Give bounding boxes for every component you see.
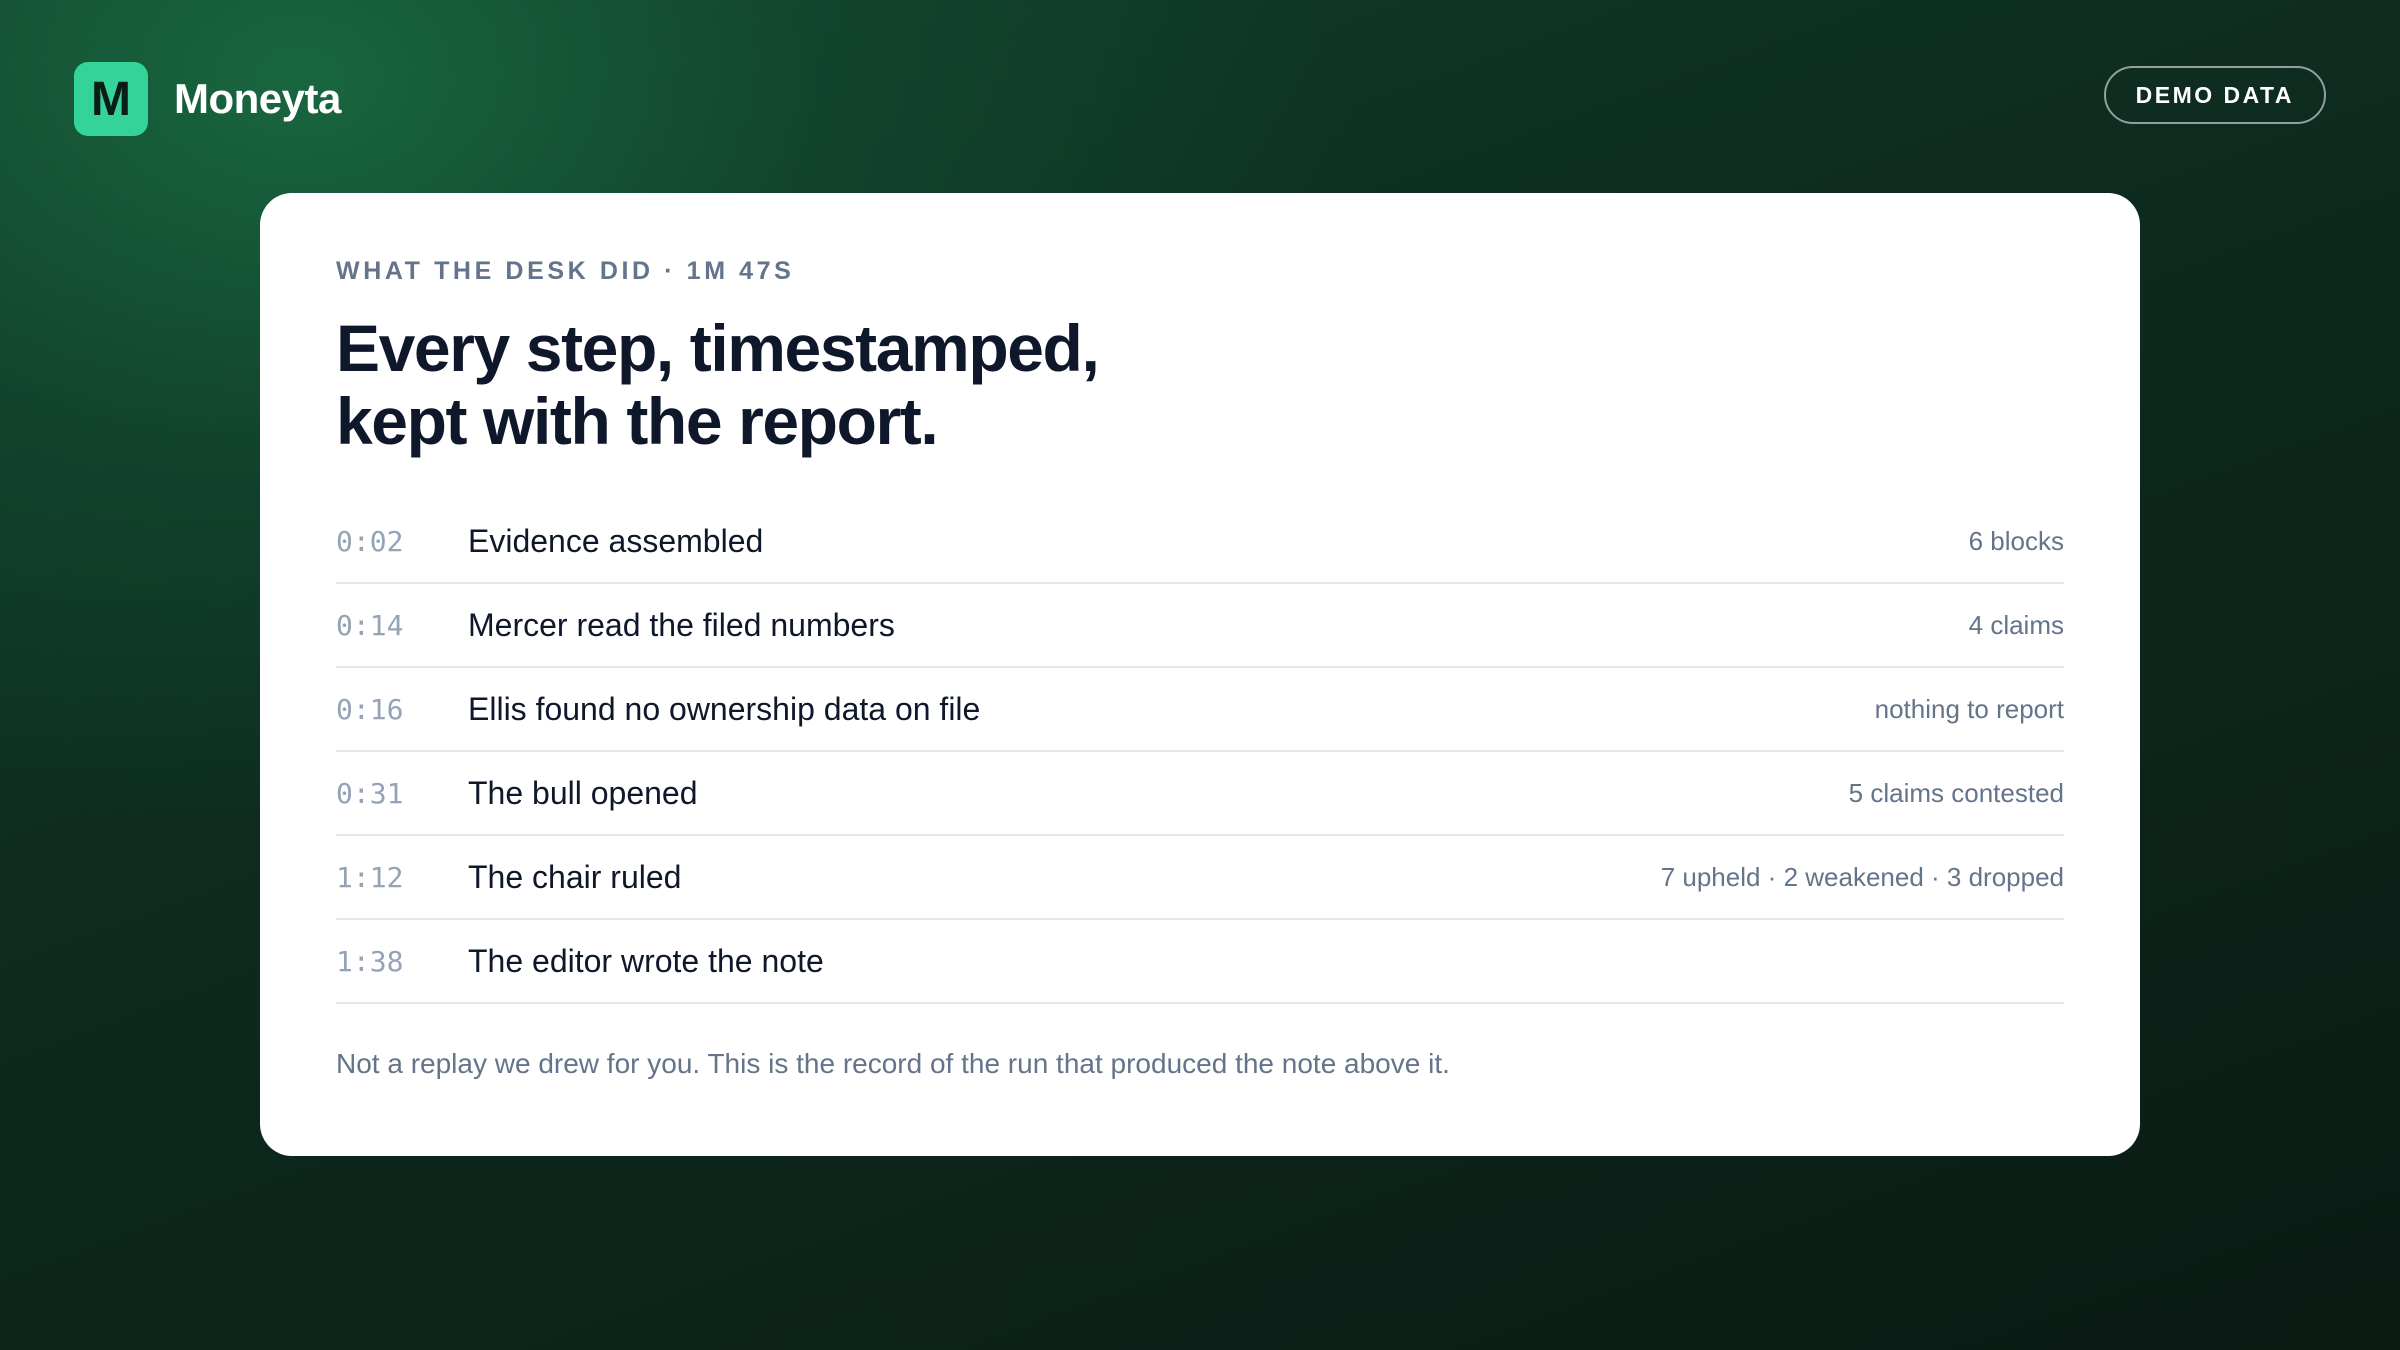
timeline-time: 0:16: [336, 692, 404, 726]
timeline-list: 0:02 Evidence assembled 6 blocks 0:14 Me…: [336, 500, 2064, 1004]
card-headline: Every step, timestamped, kept with the r…: [336, 312, 2064, 458]
timeline-step: The editor wrote the note: [468, 942, 824, 979]
timeline-step: Mercer read the filed numbers: [468, 606, 895, 643]
timeline-row: 0:16 Ellis found no ownership data on fi…: [336, 668, 2064, 752]
moneyta-logo-icon: M: [74, 62, 148, 136]
timeline-time: 0:02: [336, 524, 404, 558]
card-footnote: Not a replay we drew for you. This is th…: [336, 1048, 1450, 1079]
timeline-row: 0:14 Mercer read the filed numbers 4 cla…: [336, 584, 2064, 668]
run-record-card: WHAT THE DESK DID · 1M 47S Every step, t…: [260, 193, 2140, 1156]
demo-data-badge: DEMO DATA: [2103, 66, 2326, 124]
timeline-row: 0:31 The bull opened 5 claims contested: [336, 752, 2064, 836]
timeline-time: 0:14: [336, 608, 404, 642]
timeline-meta: 6 blocks: [1968, 525, 2064, 556]
timeline-step: The chair ruled: [468, 858, 682, 895]
timeline-row: 1:38 The editor wrote the note: [336, 920, 2064, 1004]
timeline-row: 0:02 Evidence assembled 6 blocks: [336, 500, 2064, 584]
timeline-meta: nothing to report: [1874, 693, 2064, 724]
timeline-time: 0:31: [336, 776, 404, 810]
headline-line-1: Every step, timestamped,: [336, 311, 1100, 385]
timeline-step: The bull opened: [468, 774, 698, 811]
timeline-time: 1:12: [336, 860, 404, 894]
timeline-meta: 7 upheld · 2 weakened · 3 dropped: [1660, 861, 2064, 892]
timeline-row: 1:12 The chair ruled 7 upheld · 2 weaken…: [336, 836, 2064, 920]
timeline-meta: 4 claims: [1968, 609, 2064, 640]
brand[interactable]: M Moneyta: [74, 62, 341, 136]
timeline-step: Evidence assembled: [468, 522, 764, 559]
card-eyebrow: WHAT THE DESK DID · 1M 47S: [336, 257, 795, 285]
brand-name: Moneyta: [174, 75, 341, 122]
headline-line-2: kept with the report.: [336, 384, 939, 458]
timeline-meta: 5 claims contested: [1848, 777, 2064, 808]
timeline-step: Ellis found no ownership data on file: [468, 690, 981, 727]
timeline-time: 1:38: [336, 944, 404, 978]
